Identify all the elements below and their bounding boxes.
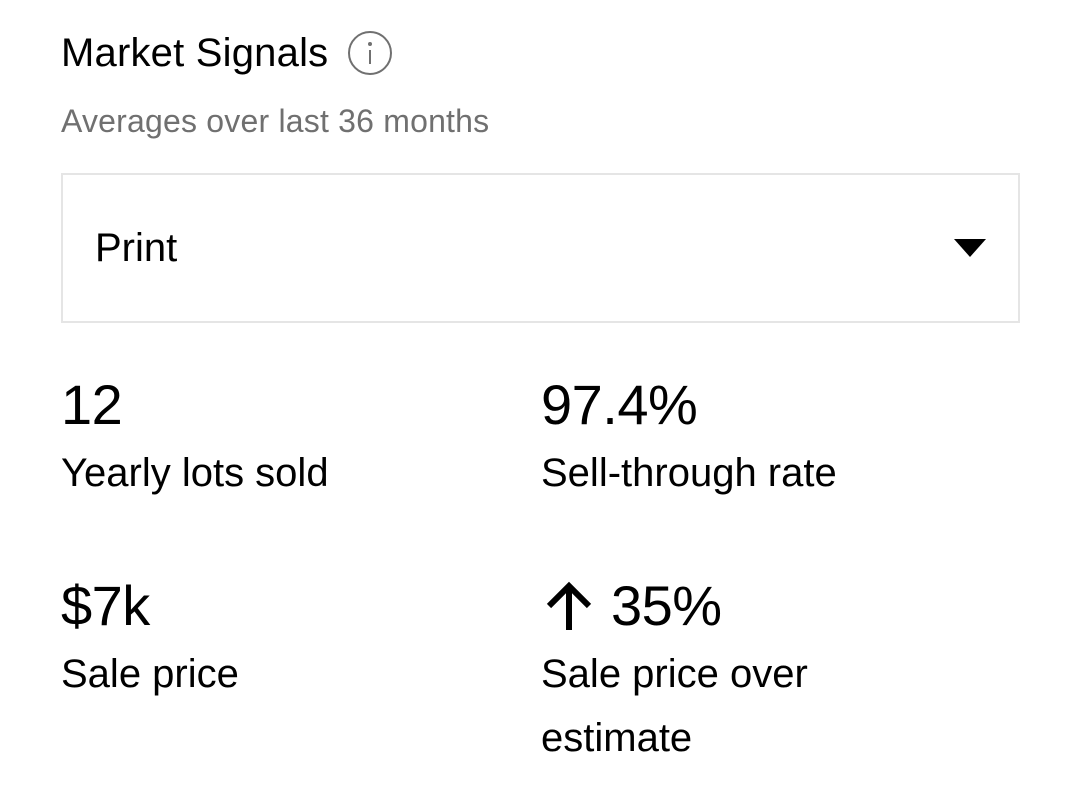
stat-label: Sell-through rate [541, 451, 837, 495]
stat-value: 12 [61, 373, 123, 436]
stat-value-row: 35% [541, 574, 961, 638]
stat-label: Sale price [61, 652, 239, 696]
stat-sale-price-over-estimate: 35% Sale price over estimate [541, 574, 961, 770]
stat-sell-through-rate: 97.4% Sell-through rate [541, 373, 981, 505]
stat-sale-price: $7k Sale price [61, 574, 501, 706]
panel-title: Market Signals [61, 31, 329, 75]
stat-value: $7k [61, 574, 150, 637]
stat-label: Sale price over estimate [541, 652, 808, 760]
medium-select[interactable]: Print [61, 173, 1020, 323]
info-icon[interactable] [348, 31, 393, 75]
panel-subtitle: Averages over last 36 months [61, 103, 490, 139]
medium-select-value: Print [95, 226, 178, 270]
stat-yearly-lots-sold: 12 Yearly lots sold [61, 373, 501, 505]
title-row: Market Signals [61, 26, 393, 80]
stat-value: 97.4% [541, 373, 698, 436]
arrow-up-icon [541, 578, 597, 634]
chevron-down-icon [954, 239, 986, 259]
stat-value: 35% [611, 574, 722, 637]
stat-label: Yearly lots sold [61, 451, 329, 495]
